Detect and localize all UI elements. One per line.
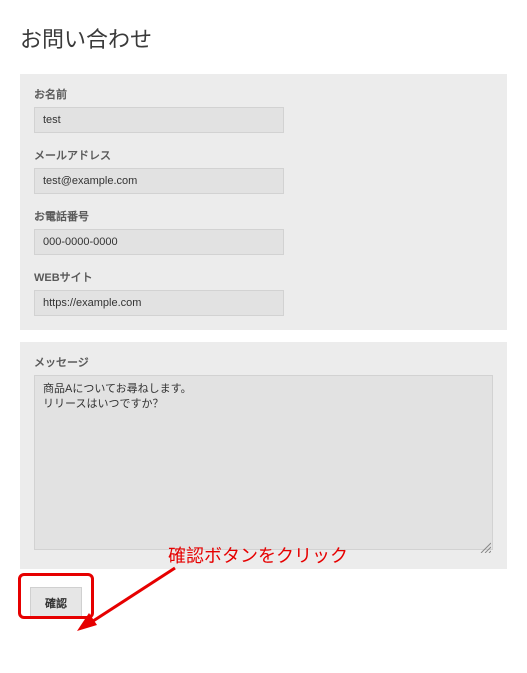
message-label: メッセージ [34, 354, 493, 370]
submit-row: 確認 [20, 581, 507, 631]
field-phone: お電話番号 [34, 208, 493, 255]
field-web: WEBサイト [34, 269, 493, 316]
page-title: お問い合わせ [20, 22, 507, 54]
email-label: メールアドレス [34, 147, 493, 163]
phone-input[interactable] [34, 229, 284, 255]
phone-label: お電話番号 [34, 208, 493, 224]
confirm-button[interactable]: 確認 [30, 587, 82, 619]
field-name: お名前 [34, 86, 493, 133]
web-input[interactable] [34, 290, 284, 316]
page: お問い合わせ お名前 メールアドレス お電話番号 WEBサイト メッセージ [0, 0, 527, 673]
message-textarea[interactable] [34, 375, 493, 550]
name-input[interactable] [34, 107, 284, 133]
field-email: メールアドレス [34, 147, 493, 194]
textarea-wrap [34, 375, 493, 555]
field-message: メッセージ [34, 354, 493, 555]
email-input[interactable] [34, 168, 284, 194]
message-panel: メッセージ [20, 342, 507, 569]
web-label: WEBサイト [34, 269, 493, 285]
name-label: お名前 [34, 86, 493, 102]
contact-info-panel: お名前 メールアドレス お電話番号 WEBサイト [20, 74, 507, 330]
